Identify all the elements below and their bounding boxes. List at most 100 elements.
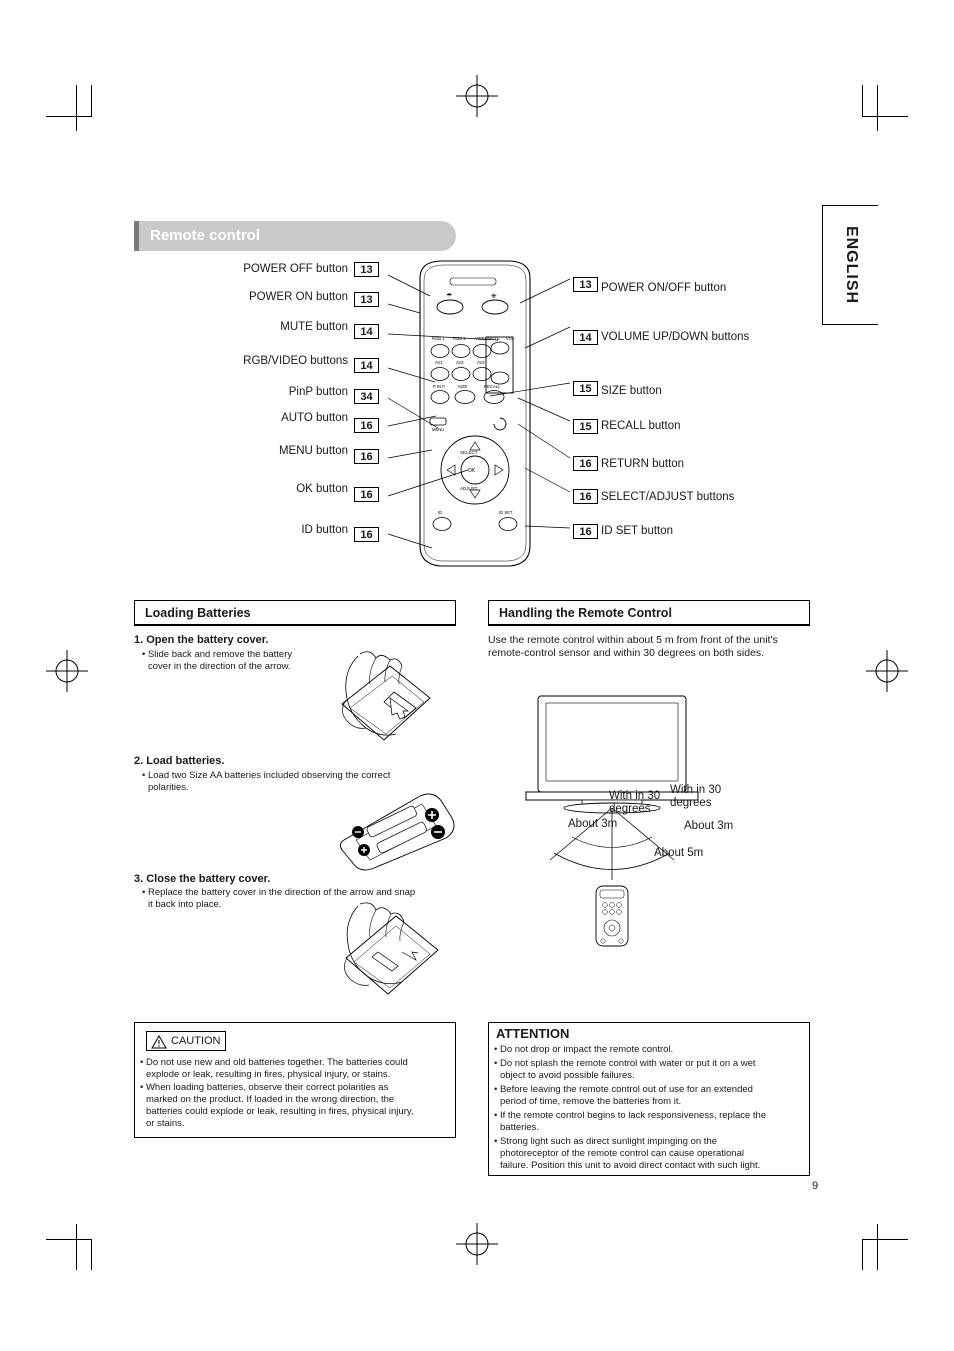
handling-remote-header: Handling the Remote Control — [488, 600, 810, 626]
svg-text:OK: OK — [468, 468, 476, 474]
callout-size-label: SIZE button — [601, 385, 662, 397]
attention-title: ATTENTION — [496, 1026, 570, 1041]
attention-line-6: • If the remote control begins to lack r… — [494, 1110, 767, 1121]
callout-volume-page: 14 — [573, 330, 598, 345]
section-title-bar: Remote control — [134, 221, 456, 251]
step-3-bullet-line-1: • Replace the battery cover in the direc… — [142, 887, 416, 898]
callout-recall-page: 15 — [573, 419, 598, 434]
callout-auto-page: 16 — [354, 418, 379, 433]
callout-return-label: RETURN button — [601, 458, 685, 470]
coverage-left-distance: About 3m — [568, 818, 618, 830]
page-number: 9 — [812, 1180, 819, 1192]
handling-intro-line-1: Use the remote control within about 5 m … — [488, 634, 778, 646]
attention-line-7: batteries. — [500, 1122, 540, 1133]
callout-return-page: 16 — [573, 456, 598, 471]
registration-mark-left — [46, 650, 88, 692]
attention-line-5: period of time, remove the batteries fro… — [500, 1096, 682, 1107]
callout-mute-label: MUTE button — [280, 321, 348, 333]
step-3-bullet-line-2: it back into place. — [148, 899, 222, 910]
svg-text:⎈: ⎈ — [491, 293, 497, 300]
attention-line-3: object to avoid possible failures. — [500, 1070, 635, 1081]
step-2-bullet-line-1: • Load two Size AA batteries included ob… — [142, 770, 391, 781]
callout-mute-page: 14 — [354, 324, 379, 339]
registration-mark-top — [456, 75, 498, 117]
callout-size-page: 15 — [573, 381, 598, 396]
crop-mark-tl-h — [46, 116, 92, 117]
warning-triangle-icon — [151, 1035, 167, 1054]
callout-id-page: 16 — [354, 527, 379, 542]
callout-power-onoff-page: 13 — [573, 277, 598, 292]
step-3-title: 3. Close the battery cover. — [134, 873, 271, 885]
crop-mark-br2-v — [862, 1239, 863, 1270]
callout-menu-page: 16 — [354, 449, 379, 464]
callout-power-on-page: 13 — [354, 292, 379, 307]
coverage-center-distance: About 5m — [654, 847, 704, 859]
step-2-title: 2. Load batteries. — [134, 755, 225, 767]
crop-mark-tl-v — [76, 85, 77, 131]
title-accent — [134, 221, 139, 251]
language-tab: ENGLISH — [822, 205, 878, 325]
callout-leader-lines-right — [489, 278, 571, 529]
crop-mark-tr-h — [862, 116, 908, 117]
svg-text:RECALL: RECALL — [484, 384, 501, 389]
svg-text:SELECT: SELECT — [460, 450, 478, 455]
caution-line-4: marked on the product. If loaded in the … — [146, 1094, 395, 1105]
caution-line-1: • Do not use new and old batteries toget… — [140, 1057, 408, 1068]
callout-auto-label: AUTO button — [281, 412, 348, 424]
caution-line-3: • When loading batteries, observe their … — [140, 1082, 389, 1093]
callout-ok-page: 16 — [354, 487, 379, 502]
attention-line-9: photoreceptor of the remote control can … — [500, 1148, 744, 1159]
callout-id-label: ID button — [301, 524, 348, 536]
callout-selectadjust-label: SELECT/ADJUST buttons — [601, 491, 735, 503]
handling-intro-line-2: remote-control sensor and within 30 degr… — [488, 647, 765, 659]
callout-idset-label: ID SET button — [601, 525, 674, 537]
callout-volume-label: VOLUME UP/DOWN buttons — [601, 331, 750, 343]
step-1-bullet-line-2: cover in the direction of the arrow. — [148, 661, 291, 672]
svg-text:MUTE: MUTE — [488, 336, 500, 341]
step-1-bullet-line-1: • Slide back and remove the battery — [142, 649, 293, 660]
coverage-right-distance: About 3m — [684, 820, 734, 832]
illustration-close-battery-cover — [344, 902, 439, 995]
loading-batteries-header: Loading Batteries — [134, 600, 456, 626]
callout-recall-label: RECALL button — [601, 420, 681, 432]
svg-text:VIDEO: VIDEO — [475, 336, 489, 341]
callout-rgbvideo-page: 14 — [354, 358, 379, 373]
callout-idset-page: 16 — [573, 524, 598, 539]
callout-power-onoff-label: POWER ON/OFF button — [601, 282, 727, 294]
caution-line-6: or stains. — [146, 1118, 185, 1129]
manual-page: ENGLISH Remote control ☂ ⎈ RGB 1 RGB 2 V… — [0, 0, 954, 1351]
loading-batteries-title: Loading Batteries — [145, 606, 251, 620]
illustration-open-battery-cover — [341, 651, 431, 741]
callout-rgbvideo-label: RGB/VIDEO buttons — [243, 355, 348, 367]
crop-mark-tl2-v — [91, 85, 92, 116]
attention-line-2: • Do not splash the remote control with … — [494, 1058, 756, 1069]
language-tab-label: ENGLISH — [842, 225, 860, 305]
caution-line-5: batteries could explode or leak, resulti… — [146, 1106, 414, 1117]
step-1-title: 1. Open the battery cover. — [134, 634, 269, 646]
caution-label: CAUTION — [171, 1035, 221, 1047]
svg-text:ADJUST: ADJUST — [460, 486, 478, 491]
callout-power-off-page: 13 — [354, 262, 379, 277]
callout-menu-label: MENU button — [278, 445, 348, 457]
crop-mark-bl-h — [46, 1239, 92, 1240]
registration-mark-right — [866, 650, 908, 692]
handling-remote-title: Handling the Remote Control — [499, 606, 672, 620]
callout-pinp-label: PinP button — [288, 386, 348, 398]
svg-text:AV3: AV3 — [477, 360, 485, 365]
crop-mark-br-v — [877, 1224, 878, 1270]
caution-tag: CAUTION — [146, 1031, 226, 1051]
coverage-right-angle-line-2: degrees — [670, 797, 712, 809]
callout-pinp-page: 34 — [354, 389, 379, 404]
coverage-right-angle-line-1: With in 30 — [670, 784, 722, 796]
callout-ok-label: OK button — [296, 483, 348, 495]
crop-mark-tr-v — [877, 85, 878, 131]
illustration-remote-coverage — [525, 695, 699, 947]
section-title: Remote control — [150, 227, 261, 244]
crop-mark-bl2-v — [91, 1239, 92, 1270]
attention-line-1: • Do not drop or impact the remote contr… — [494, 1044, 674, 1055]
attention-line-10: failure. Position this unit to avoid dir… — [500, 1160, 761, 1171]
illustration-load-batteries — [339, 793, 455, 871]
attention-line-4: • Before leaving the remote control out … — [494, 1084, 753, 1095]
step-2-bullet-line-2: polarities. — [148, 782, 189, 793]
crop-mark-br-h — [862, 1239, 908, 1240]
